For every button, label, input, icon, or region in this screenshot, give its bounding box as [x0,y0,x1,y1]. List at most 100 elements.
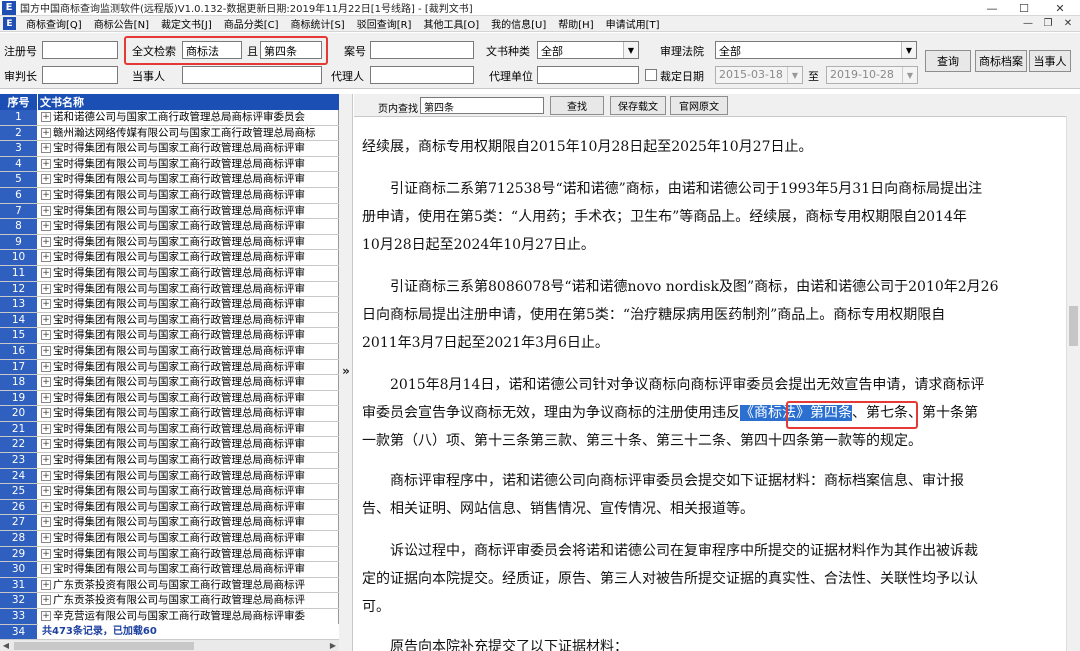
mdi-close-button[interactable]: ✕ [1060,17,1076,30]
expand-plus-icon[interactable]: + [41,548,51,559]
expand-plus-icon[interactable]: + [41,143,51,154]
table-row[interactable]: 8 + 宝时得集团有限公司与国家工商行政管理总局商标评审 [0,219,339,235]
expand-plus-icon[interactable]: + [41,455,51,466]
table-row[interactable]: 32 + 广东贡茶投资有限公司与国家工商行政管理总局商标评 [0,593,339,609]
save-document-button[interactable]: 保存载文 [610,96,666,115]
expand-plus-icon[interactable]: + [41,423,51,434]
scroll-thumb[interactable] [14,642,194,650]
agency-input[interactable] [537,66,639,84]
date-filter-checkbox[interactable] [645,69,657,81]
table-row[interactable]: 10 + 宝时得集团有限公司与国家工商行政管理总局商标评审 [0,250,339,266]
menu-goods-classification[interactable]: 商品分类[C] [218,16,285,31]
table-row[interactable]: 15 + 宝时得集团有限公司与国家工商行政管理总局商标评审 [0,328,339,344]
table-row[interactable]: 18 + 宝时得集团有限公司与国家工商行政管理总局商标评审 [0,375,339,391]
trademark-archive-button[interactable]: 商标档案 [975,50,1027,72]
mdi-minimize-button[interactable]: — [1020,17,1036,30]
maximize-button[interactable]: ☐ [1008,0,1040,16]
menu-trademark-statistics[interactable]: 商标统计[S] [285,16,351,31]
expand-plus-icon[interactable]: + [41,345,51,356]
scroll-right-icon[interactable]: ▶ [327,640,339,651]
menu-other-tools[interactable]: 其他工具[O] [417,16,485,31]
scroll-thumb[interactable] [1069,306,1078,346]
table-row[interactable]: 16 + 宝时得集团有限公司与国家工商行政管理总局商标评审 [0,343,339,360]
judge-input[interactable] [42,66,118,84]
vertical-scrollbar[interactable] [1066,116,1080,651]
horizontal-scrollbar[interactable]: ◀ ▶ [0,639,339,651]
expand-plus-icon[interactable]: + [41,501,51,512]
date-from-picker[interactable]: 2015-03-18 ▼ [715,66,803,84]
menu-apply-trial[interactable]: 申请试用[T] [600,16,666,31]
fulltext-input-2[interactable]: 第四条 [260,41,322,59]
court-select[interactable]: 全部 ▼ [715,41,917,59]
expand-plus-icon[interactable]: + [41,205,51,216]
table-row[interactable]: 2 + 赣州瀚达网络传媒有限公司与国家工商行政管理总局商标 [0,125,339,142]
table-row[interactable]: 33 + 辛克营运有限公司与国家工商行政管理总局商标评审委 [0,609,339,625]
table-row[interactable]: 14 + 宝时得集团有限公司与国家工商行政管理总局商标评审 [0,312,339,329]
expand-plus-icon[interactable]: + [41,299,51,310]
expand-plus-icon[interactable]: + [41,158,51,169]
fulltext-input-1[interactable]: 商标法 [182,41,242,59]
table-row[interactable]: 17 + 宝时得集团有限公司与国家工商行政管理总局商标评审 [0,359,339,376]
case-no-input[interactable] [370,41,474,59]
mdi-restore-button[interactable]: ❐ [1040,17,1056,30]
expand-plus-icon[interactable]: + [41,470,51,481]
expand-plus-icon[interactable]: + [41,579,51,590]
table-row[interactable]: 30 + 宝时得集团有限公司与国家工商行政管理总局商标评审 [0,562,339,578]
date-to-picker[interactable]: 2019-10-28 ▼ [826,66,918,84]
party-button[interactable]: 当事人 [1029,50,1071,72]
expand-plus-icon[interactable]: + [41,189,51,200]
table-row[interactable]: 28 + 宝时得集团有限公司与国家工商行政管理总局商标评审 [0,531,339,547]
expand-plus-icon[interactable]: + [41,377,51,388]
expand-plus-icon[interactable]: + [41,408,51,419]
header-doc-name[interactable]: 文书名称 [38,94,84,110]
expand-plus-icon[interactable]: + [41,564,51,575]
close-button[interactable]: ✕ [1040,0,1080,16]
expand-plus-icon[interactable]: + [41,611,51,621]
query-button[interactable]: 查询 [925,50,971,72]
party-input[interactable] [182,66,322,84]
expand-plus-icon[interactable]: + [41,236,51,247]
table-row[interactable]: 7 + 宝时得集团有限公司与国家工商行政管理总局商标评审 [0,203,339,220]
minimize-button[interactable]: — [976,0,1008,16]
menu-rejection-query[interactable]: 驳回查询[R] [351,16,418,31]
table-row[interactable]: 9 + 宝时得集团有限公司与国家工商行政管理总局商标评审 [0,234,339,251]
table-row[interactable]: 26 + 宝时得集团有限公司与国家工商行政管理总局商标评审 [0,499,339,516]
table-row[interactable]: 13 + 宝时得集团有限公司与国家工商行政管理总局商标评审 [0,297,339,313]
find-button[interactable]: 查找 [550,96,604,115]
table-row[interactable]: 24 + 宝时得集团有限公司与国家工商行政管理总局商标评审 [0,468,339,485]
expand-plus-icon[interactable]: + [41,392,51,403]
expand-plus-icon[interactable]: + [41,221,51,232]
menu-my-info[interactable]: 我的信息[U] [485,16,552,31]
expand-plus-icon[interactable]: + [41,330,51,341]
table-row[interactable]: 11 + 宝时得集团有限公司与国家工商行政管理总局商标评审 [0,265,339,282]
table-row[interactable]: 25 + 宝时得集团有限公司与国家工商行政管理总局商标评审 [0,484,339,500]
expand-plus-icon[interactable]: + [41,517,51,528]
table-row[interactable]: 21 + 宝时得集团有限公司与国家工商行政管理总局商标评审 [0,421,339,438]
expand-plus-icon[interactable]: + [41,439,51,450]
table-row[interactable]: 31 + 广东贡茶投资有限公司与国家工商行政管理总局商标评 [0,577,339,594]
menu-trademark-announcement[interactable]: 商标公告[N] [88,16,155,31]
menu-ruling-documents[interactable]: 裁定文书[J] [155,16,218,31]
doc-type-select[interactable]: 全部 ▼ [537,41,639,59]
expand-plus-icon[interactable]: + [41,361,51,372]
expand-plus-icon[interactable]: + [41,314,51,325]
panel-splitter[interactable]: » [339,94,353,651]
reg-no-input[interactable] [42,41,118,59]
table-row[interactable]: 4 + 宝时得集团有限公司与国家工商行政管理总局商标评审 [0,156,339,173]
menu-help[interactable]: 帮助[H] [552,16,599,31]
table-row[interactable]: 3 + 宝时得集团有限公司与国家工商行政管理总局商标评审 [0,141,339,157]
table-row[interactable]: 22 + 宝时得集团有限公司与国家工商行政管理总局商标评审 [0,437,339,454]
official-original-button[interactable]: 官网原文 [670,96,728,115]
expand-plus-icon[interactable]: + [41,127,51,138]
expand-plus-icon[interactable]: + [41,252,51,263]
table-row[interactable]: 23 + 宝时得集团有限公司与国家工商行政管理总局商标评审 [0,453,339,469]
expand-plus-icon[interactable]: + [41,112,51,122]
agent-input[interactable] [370,66,474,84]
expand-plus-icon[interactable]: + [41,486,51,497]
table-row[interactable]: 6 + 宝时得集团有限公司与国家工商行政管理总局商标评审 [0,187,339,204]
table-row[interactable]: 1 + 诺和诺德公司与国家工商行政管理总局商标评审委员会 [0,110,339,126]
table-row[interactable]: 19 + 宝时得集团有限公司与国家工商行政管理总局商标评审 [0,390,339,407]
expand-plus-icon[interactable]: + [41,283,51,294]
expand-plus-icon[interactable]: + [41,595,51,606]
expand-plus-icon[interactable]: + [41,533,51,544]
